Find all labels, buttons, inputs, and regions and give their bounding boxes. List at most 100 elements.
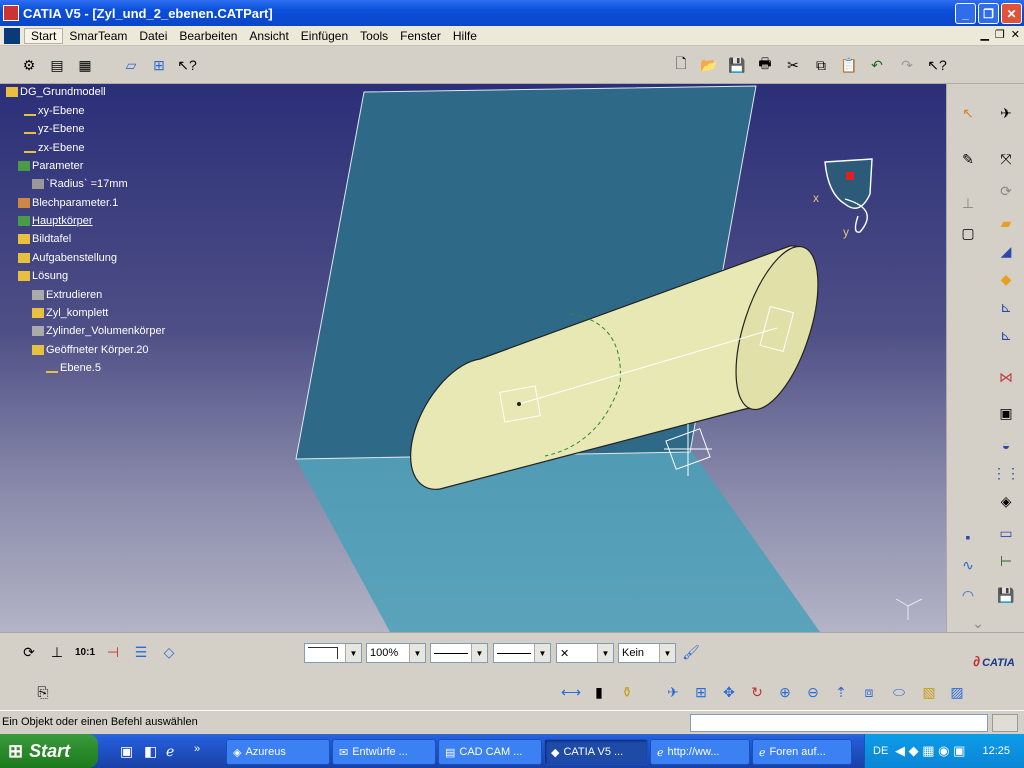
save-icon[interactable]: 💾 <box>726 54 748 76</box>
task-foren[interactable]: ℯ Foren auf... <box>752 739 852 765</box>
linewidth-select[interactable]: ▼ <box>430 643 488 663</box>
menu-einfuegen[interactable]: Einfügen <box>295 29 354 43</box>
mdi-close-icon[interactable]: ✕ <box>1011 28 1020 41</box>
help-icon[interactable]: ↖? <box>926 54 948 76</box>
tree-node-geoeffneter-koerper[interactable]: Geöffneter Körper.20 <box>32 344 149 356</box>
task-entwuerfe[interactable]: ✉ Entwürfe ... <box>332 739 436 765</box>
whats-this-icon[interactable]: ↖? <box>176 54 198 76</box>
tree-node-hauptkoerper[interactable]: Hauptkörper <box>18 215 93 227</box>
intersection-icon[interactable]: ⋈ <box>995 366 1017 388</box>
task-azureus[interactable]: ◈ Azureus <box>226 739 330 765</box>
minimize-button[interactable]: _ <box>955 3 976 24</box>
geometry-canvas[interactable]: x y <box>0 84 946 632</box>
copy-icon[interactable]: ⧉ <box>810 54 832 76</box>
pan-icon[interactable]: ✥ <box>718 681 740 703</box>
frame-icon[interactable]: ▢ <box>957 222 979 244</box>
close-button[interactable]: ✕ <box>1001 3 1022 24</box>
layer-icon[interactable]: ◇ <box>158 641 180 663</box>
axis-system-tool-icon[interactable]: ⊥ <box>46 641 68 663</box>
catia-app-icon[interactable] <box>3 5 19 21</box>
power-input-field[interactable] <box>690 714 988 732</box>
tree-node-zx-plane[interactable]: zx-Ebene <box>24 142 84 154</box>
dropdown-arrow-icon[interactable]: ▼ <box>534 644 550 662</box>
hole-icon[interactable]: ⊾ <box>995 324 1017 346</box>
task-http[interactable]: ℯ http://ww... <box>650 739 750 765</box>
color-select[interactable]: ▼ <box>304 643 362 663</box>
quicklaunch-ie-icon[interactable]: ℯ <box>166 743 174 760</box>
compass-widget[interactable]: x y <box>813 158 873 239</box>
undo-icon[interactable]: ↶ <box>866 54 888 76</box>
tree-node-bildtafel[interactable]: Bildtafel <box>18 233 71 245</box>
menu-hilfe[interactable]: Hilfe <box>447 29 483 43</box>
quicklaunch-explorer-icon[interactable]: ◧ <box>144 743 157 760</box>
tree-node-yz-plane[interactable]: yz-Ebene <box>24 123 84 135</box>
exit-workbench-icon[interactable]: ⤧ <box>995 148 1017 170</box>
sketch-icon[interactable]: ▦ <box>74 54 96 76</box>
tree-root[interactable]: DG_Grundmodell <box>6 86 106 98</box>
fit-all-icon[interactable]: ⊞ <box>690 681 712 703</box>
spline-icon[interactable]: ∿ <box>957 554 979 576</box>
tray-icons[interactable]: ◀ ◆ ▦ ◉ ▣ <box>895 743 965 759</box>
open-icon[interactable]: 📂 <box>698 54 720 76</box>
shell-icon[interactable]: ◒ <box>995 434 1017 456</box>
tree-node-aufgabenstellung[interactable]: Aufgabenstellung <box>18 252 117 264</box>
constraint-icon[interactable]: ⊥ <box>957 192 979 214</box>
rotate-icon[interactable]: ↻ <box>746 681 768 703</box>
new-icon[interactable]: 🗋 <box>670 54 692 76</box>
menu-start[interactable]: Start <box>24 27 64 44</box>
dropdown-arrow-icon[interactable]: ▼ <box>659 644 675 662</box>
menu-tools[interactable]: Tools <box>354 29 394 43</box>
pad-icon[interactable]: ▰ <box>995 212 1017 234</box>
work-object-icon[interactable]: ⊣ <box>102 641 124 663</box>
tree-node-xy-plane[interactable]: xy-Ebene <box>24 105 84 117</box>
surface-icon[interactable]: ◈ <box>995 490 1017 512</box>
zoom-out-icon[interactable]: ⊖ <box>802 681 824 703</box>
swap-space-icon[interactable]: ▨ <box>946 681 968 703</box>
thickness-icon[interactable]: ▣ <box>995 402 1017 424</box>
views-icon[interactable]: ⧈ <box>858 681 880 703</box>
material-icon[interactable]: ⚱ <box>616 681 638 703</box>
sketcher-icon[interactable]: ✎ <box>957 148 979 170</box>
fly-mode-icon[interactable]: ✈ <box>995 102 1017 124</box>
shaft-icon[interactable]: ◆ <box>995 268 1017 290</box>
task-catia[interactable]: ◆ CATIA V5 ... <box>544 739 648 765</box>
tree-node-parameter[interactable]: Parameter <box>18 160 83 172</box>
tree-node-extrudieren[interactable]: Extrudieren <box>32 289 102 301</box>
mdi-minimize-icon[interactable]: ▁ <box>980 28 988 41</box>
tree-node-blechparameter[interactable]: Blechparameter.1 <box>18 197 118 209</box>
tree-node-loesung[interactable]: Lösung <box>18 270 68 282</box>
normal-view-icon[interactable]: ⇡ <box>830 681 852 703</box>
language-indicator[interactable]: DE <box>873 745 888 757</box>
mdi-restore-icon[interactable]: ❐ <box>995 28 1005 41</box>
redo-icon[interactable]: ↷ <box>896 54 918 76</box>
measure-icon[interactable]: ⟷ <box>560 681 582 703</box>
start-button[interactable]: ⊞ Start <box>0 734 98 768</box>
measure-inertia-icon[interactable]: ▮ <box>588 681 610 703</box>
render-style-icon[interactable]: ⬭ <box>888 681 910 703</box>
menu-ansicht[interactable]: Ansicht <box>243 29 294 43</box>
save-dxf-icon[interactable]: 💾 <box>995 584 1017 606</box>
catalog-icon[interactable]: ⊞ <box>148 54 170 76</box>
grid-icon[interactable]: ⋮⋮ <box>992 462 1020 484</box>
dropdown-arrow-icon[interactable]: ▼ <box>345 644 361 662</box>
dropdown-arrow-icon[interactable]: ▼ <box>409 644 425 662</box>
hide-show-icon[interactable]: ▧ <box>918 681 940 703</box>
analysis-icon[interactable]: ⎘ <box>32 681 54 703</box>
clock[interactable]: 12:25 <box>982 745 1010 757</box>
point-symbol-select[interactable]: ✕ ▼ <box>556 643 614 663</box>
more-tools-icon[interactable]: ⌄ <box>967 612 989 634</box>
update-icon[interactable]: ⟳ <box>18 641 40 663</box>
menu-datei[interactable]: Datei <box>133 29 173 43</box>
point-icon[interactable]: ▪ <box>957 526 979 548</box>
plane-icon[interactable]: ▱ <box>120 54 142 76</box>
cut-icon[interactable]: ✂ <box>782 54 804 76</box>
workbench-icon[interactable]: ⚙ <box>18 54 40 76</box>
linetype-select[interactable]: ▼ <box>493 643 551 663</box>
transparency-select[interactable]: 100% ▼ <box>366 643 426 663</box>
groove-icon[interactable]: ⊾ <box>995 296 1017 318</box>
tree-node-ebene5[interactable]: Ebene.5 <box>46 362 101 374</box>
menu-fenster[interactable]: Fenster <box>394 29 447 43</box>
properties-icon[interactable]: ▤ <box>46 54 68 76</box>
tree-node-radius[interactable]: `Radius` =17mm <box>32 178 128 190</box>
painter-icon[interactable]: 🖌 <box>680 641 702 663</box>
